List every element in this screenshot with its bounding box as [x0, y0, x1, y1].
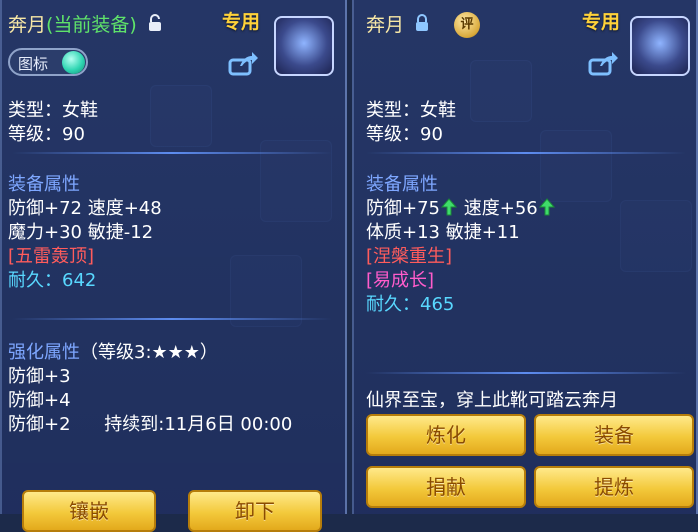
rating-badge[interactable]: 评 — [454, 12, 480, 38]
divider — [12, 152, 332, 154]
enhance-heading-row: 强化属性（等级3:★★★） — [8, 338, 218, 364]
lock-icon[interactable] — [414, 14, 430, 37]
item-icon — [274, 16, 334, 76]
enhance-heading: 强化属性 — [8, 342, 80, 363]
toggle-knob — [62, 51, 85, 74]
exclusive-label: 专用 — [582, 11, 621, 33]
divider — [12, 318, 332, 320]
up-arrow-icon — [538, 198, 555, 221]
item-name: 奔月 — [366, 14, 405, 36]
equipped-tag: (当前装备) — [46, 14, 137, 36]
exclusive-label: 专用 — [222, 11, 261, 33]
enhance-line-3: 防御+2 持续到:11月6日 00:00 — [8, 410, 292, 436]
share-icon[interactable] — [228, 52, 258, 80]
special-skill: [五雷轰顶] — [8, 246, 95, 267]
equipment-attributes-heading: 装备属性 — [366, 174, 438, 195]
attribute-line-1: 防御+75 速度+56 — [366, 194, 556, 221]
durability: 耐久：642 — [8, 266, 96, 292]
unequip-button[interactable]: 卸下 — [188, 490, 322, 532]
compare-item-panel: 奔月 专用 类型：女鞋 等级：90 装备属性 防御+75 速度+56 体质+13… — [352, 0, 698, 514]
special-trait: [易成长] — [366, 270, 435, 291]
item-level: 等级：90 — [366, 124, 443, 145]
item-description: 仙界至宝，穿上此靴可踏云奔月 — [366, 390, 618, 411]
enhance-duration: 持续到:11月6日 00:00 — [104, 414, 293, 435]
enhance-line-2: 防御+4 — [8, 390, 71, 411]
durability: 耐久：465 — [366, 290, 454, 316]
icon-toggle[interactable]: 图标 — [8, 48, 88, 76]
attribute-line-1: 防御+72 速度+48 — [8, 198, 162, 219]
inlay-button[interactable]: 镶嵌 — [22, 490, 156, 532]
item-icon — [630, 16, 690, 76]
durability-value: 465 — [420, 294, 455, 315]
item-level: 等级：90 — [8, 124, 85, 145]
equip-button[interactable]: 装备 — [534, 414, 694, 456]
donate-button[interactable]: 捐献 — [366, 466, 526, 508]
attribute-line-2: 魔力+30 敏捷-12 — [8, 222, 154, 243]
speed-value: 速度+56 — [463, 198, 538, 219]
durability-label: 耐久： — [366, 294, 420, 315]
item-title: 奔月(当前装备) — [8, 10, 163, 37]
equipped-item-panel: 奔月(当前装备) 专用 图标 类型：女鞋 等级：90 装备属性 防御+72 速度… — [0, 0, 347, 532]
enhance-level: （等级3:★★★） — [80, 342, 218, 363]
share-icon[interactable] — [588, 52, 618, 80]
defense-value: 防御+75 — [366, 198, 440, 219]
attribute-line-2: 体质+13 敏捷+11 — [366, 222, 520, 243]
refine-button[interactable]: 炼化 — [366, 414, 526, 456]
unlock-icon[interactable] — [147, 14, 163, 37]
item-name: 奔月 — [8, 14, 47, 36]
item-title: 奔月 — [366, 10, 430, 37]
durability-value: 642 — [62, 270, 97, 291]
divider — [366, 152, 686, 154]
extract-button[interactable]: 提炼 — [534, 466, 694, 508]
item-type: 类型：女鞋 — [8, 100, 98, 121]
enhance-line-1: 防御+3 — [8, 366, 71, 387]
equipment-attributes-heading: 装备属性 — [8, 174, 80, 195]
divider — [366, 372, 686, 374]
special-skill: [涅槃重生] — [366, 246, 453, 267]
enhance-value-3: 防御+2 — [8, 414, 71, 435]
durability-label: 耐久： — [8, 270, 62, 291]
item-type: 类型：女鞋 — [366, 100, 456, 121]
toggle-label: 图标 — [18, 55, 49, 73]
